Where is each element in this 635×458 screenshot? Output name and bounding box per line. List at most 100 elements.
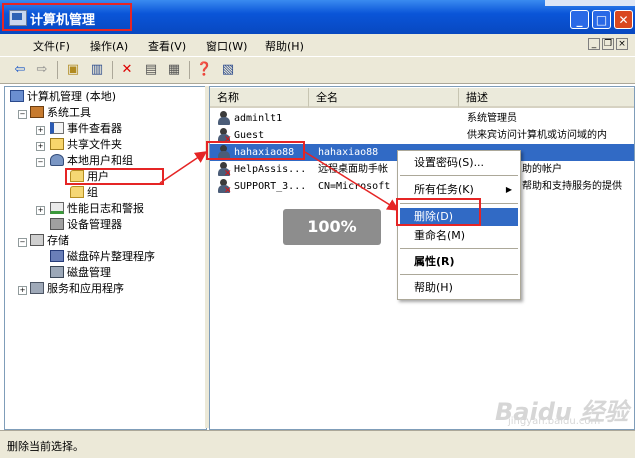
tree-label: 系统工具 [47, 106, 91, 119]
cell-name: SUPPORT_3... [234, 181, 307, 192]
maximize-button[interactable]: □ [592, 10, 611, 29]
tools-icon [30, 106, 44, 118]
column-header-description[interactable]: 描述 [459, 88, 634, 108]
disk-management-icon [50, 266, 64, 278]
cell-description: 供来宾访问计算机或访问域的内 [467, 130, 607, 141]
export-icon[interactable]: ▦ [166, 62, 182, 78]
menu-file[interactable]: 文件(F) [33, 38, 70, 54]
device-manager-icon [50, 218, 64, 230]
storage-icon [30, 234, 44, 246]
users-annotation-box [65, 168, 164, 185]
show-pane-icon[interactable]: ▧ [220, 62, 236, 78]
performance-icon [50, 202, 64, 214]
user-disabled-icon: ✕ [217, 162, 232, 179]
toolbar-separator [57, 61, 58, 79]
tree-root-label: 计算机管理 (本地) [27, 90, 117, 103]
menu-action[interactable]: 操作(A) [90, 38, 128, 54]
tree-label: 磁盘管理 [67, 266, 111, 279]
cell-description: 助的帐户 [522, 164, 562, 175]
shared-folder-icon [50, 138, 64, 150]
toolbar-separator [112, 61, 113, 79]
tree-system-tools[interactable]: 系统工具 [30, 106, 91, 120]
column-header-fullname[interactable]: 全名 [309, 88, 459, 108]
up-folder-icon[interactable]: ▣ [65, 62, 81, 78]
expand-toggle[interactable]: + [36, 126, 45, 135]
tree-label: 磁盘碎片整理程序 [67, 250, 155, 263]
computer-icon [10, 90, 24, 102]
menu-help[interactable]: 帮助(H) [265, 38, 304, 54]
status-text: 删除当前选择。 [7, 440, 84, 453]
menu-bar: 文件(F) 操作(A) 查看(V) 窗口(W) 帮助(H) _ ❐ × [0, 34, 635, 56]
back-arrow-icon[interactable]: ⇦ [12, 62, 28, 78]
delete-icon[interactable]: ✕ [119, 62, 135, 78]
tree-label: 服务和应用程序 [47, 282, 124, 295]
tree-label: 组 [87, 186, 98, 199]
tree-shared-folders[interactable]: 共享文件夹 [50, 138, 122, 152]
forward-arrow-icon[interactable]: ⇨ [34, 62, 50, 78]
tree-defrag[interactable]: 磁盘碎片整理程序 [50, 250, 155, 264]
cell-name: HelpAssis... [234, 164, 307, 175]
tree-label: 本地用户和组 [67, 154, 133, 167]
collapse-toggle[interactable]: − [36, 158, 45, 167]
title-bar: 计算机管理 _ □ ✕ [0, 0, 635, 34]
column-header-name[interactable]: 名称 [210, 88, 309, 108]
expand-toggle[interactable]: + [36, 206, 45, 215]
menu-separator [400, 175, 518, 176]
menu-item-all-tasks[interactable]: 所有任务(K) ▶ [400, 181, 518, 199]
tree-label: 性能日志和警报 [67, 202, 144, 215]
menu-item-properties[interactable]: 属性(R) [400, 253, 518, 271]
event-viewer-icon [50, 122, 64, 134]
tree-root[interactable]: 计算机管理 (本地) [10, 90, 116, 104]
menu-separator [400, 274, 518, 275]
defrag-icon [50, 250, 64, 262]
title-annotation-box [2, 3, 132, 31]
menu-view[interactable]: 查看(V) [148, 38, 186, 54]
tree-services[interactable]: 服务和应用程序 [30, 282, 124, 296]
tree-groups[interactable]: 组 [70, 186, 98, 200]
menu-window[interactable]: 窗口(W) [206, 38, 247, 54]
collapse-toggle[interactable]: − [18, 110, 27, 119]
selected-user-annotation-box [206, 141, 305, 160]
tree-label: 共享文件夹 [67, 138, 122, 151]
close-button[interactable]: ✕ [614, 10, 633, 29]
table-row[interactable]: adminlt1 系统管理员 [210, 110, 634, 127]
menu-item-set-password[interactable]: 设置密码(S)... [400, 154, 518, 172]
tree-local-users-groups[interactable]: 本地用户和组 [50, 154, 133, 168]
cell-description: 系统管理员 [467, 113, 517, 124]
watermark-url: jingyan.baidu.com [508, 416, 601, 427]
user-icon [217, 111, 231, 126]
tree-label: 设备管理器 [67, 218, 122, 231]
expand-toggle[interactable]: + [18, 286, 27, 295]
tree-label: 存储 [47, 234, 69, 247]
user-disabled-icon: ✕ [217, 179, 232, 196]
cell-fullname: CN=Microsoft [318, 181, 391, 192]
users-group-icon [50, 154, 64, 166]
menu-item-help[interactable]: 帮助(H) [400, 279, 518, 297]
mdi-close-button[interactable]: × [616, 38, 628, 50]
properties-icon[interactable]: ▤ [143, 62, 159, 78]
cell-description: 帮助和支持服务的提供 [522, 181, 622, 192]
services-icon [30, 282, 44, 294]
toolbar: ⇦ ⇨ ▣ ▥ ✕ ▤ ▦ ❓ ▧ [0, 56, 635, 84]
tree-disk-mgmt[interactable]: 磁盘管理 [50, 266, 111, 280]
status-bar: 删除当前选择。 [0, 430, 635, 458]
menu-item-label: 所有任务(K) [414, 183, 474, 196]
cell-name: adminlt1 [234, 113, 283, 124]
expand-toggle[interactable]: + [36, 142, 45, 151]
tree-event-viewer[interactable]: 事件查看器 [50, 122, 122, 136]
tree-device-manager[interactable]: 设备管理器 [50, 218, 122, 232]
help-icon[interactable]: ❓ [196, 62, 212, 78]
tree-perf-logs[interactable]: 性能日志和警报 [50, 202, 144, 216]
collapse-toggle[interactable]: − [18, 238, 27, 247]
mdi-minimize-button[interactable]: _ [588, 38, 600, 50]
menu-item-rename[interactable]: 重命名(M) [400, 227, 518, 245]
show-tree-icon[interactable]: ▥ [89, 62, 105, 78]
tree-storage[interactable]: 存储 [30, 234, 69, 248]
top-strip [545, 0, 635, 6]
menu-separator [400, 248, 518, 249]
mdi-restore-button[interactable]: ❐ [602, 38, 614, 50]
minimize-button[interactable]: _ [570, 10, 589, 29]
delete-annotation-box [396, 198, 481, 226]
tree-label: 事件查看器 [67, 122, 122, 135]
toolbar-separator [189, 61, 190, 79]
